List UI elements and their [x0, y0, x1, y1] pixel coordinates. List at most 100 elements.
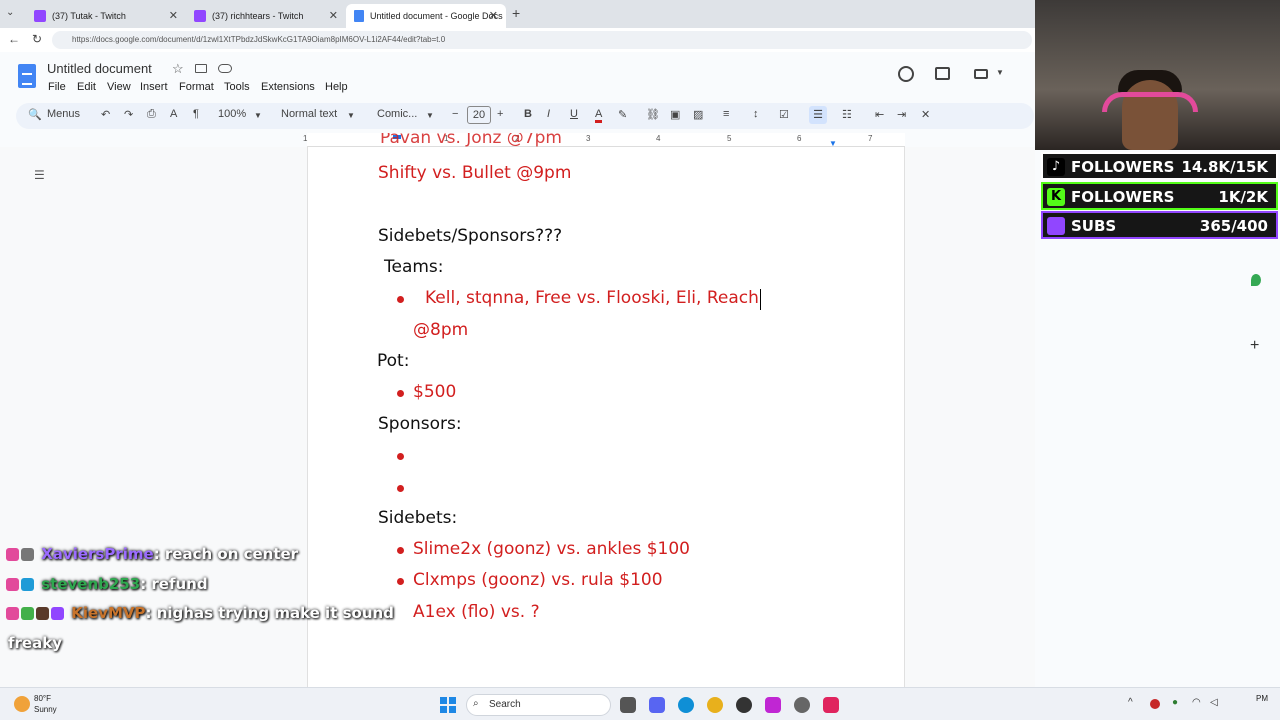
list-bullet	[397, 547, 404, 554]
insert-image-icon[interactable]: ▨	[693, 108, 703, 121]
menu-help[interactable]: Help	[325, 81, 348, 93]
subscriber-badge-icon	[6, 548, 19, 561]
chevron-up-icon[interactable]: ^	[1128, 697, 1133, 708]
insert-comment-icon[interactable]: ▣	[670, 108, 680, 121]
list-item: Slime2x (goonz) vs. ankles $100	[413, 539, 690, 559]
font-select[interactable]: Comic...	[377, 108, 417, 120]
tiktok-icon[interactable]	[823, 697, 839, 713]
list-bullet	[397, 390, 404, 397]
weather-icon[interactable]	[14, 696, 30, 712]
wifi-icon[interactable]: ◠	[1192, 697, 1201, 708]
align-icon[interactable]: ≡	[723, 108, 729, 120]
print-icon[interactable]: ⎙	[147, 108, 156, 121]
increase-indent-icon[interactable]: ⇥	[897, 108, 906, 121]
bold-icon[interactable]: B	[524, 108, 532, 120]
underline-icon[interactable]: U	[570, 108, 578, 120]
tab-twitch-richhtears[interactable]: (37) richhtears - Twitch ✕	[186, 4, 346, 28]
menus-search-label[interactable]: Menus	[47, 108, 80, 120]
add-icon[interactable]: +	[1250, 337, 1259, 355]
tray-app-icon[interactable]	[1150, 699, 1160, 709]
chevron-down-icon[interactable]: ▼	[347, 111, 355, 120]
decrease-font-size-icon[interactable]: −	[452, 108, 458, 120]
tiktok-icon: ♪	[1047, 158, 1065, 176]
increase-font-size-icon[interactable]: +	[497, 108, 503, 120]
menu-insert[interactable]: Insert	[140, 81, 168, 93]
cloud-status-icon[interactable]	[218, 64, 232, 73]
font-size-input[interactable]: 20	[467, 106, 491, 124]
chat-text: : refund	[140, 575, 208, 593]
twitch-subs-goal: SUBS 365/400	[1041, 211, 1278, 239]
media-player-icon[interactable]	[736, 697, 752, 713]
address-bar[interactable]: https://docs.google.com/document/d/1zwl1…	[52, 31, 1032, 49]
close-icon[interactable]: ✕	[169, 9, 178, 22]
chevron-down-icon[interactable]: ▼	[254, 111, 262, 120]
style-select[interactable]: Normal text	[281, 108, 337, 120]
ruler-tick: 5	[727, 134, 732, 143]
tab-google-docs[interactable]: Untitled document - Google Docs ✕	[346, 4, 506, 28]
move-folder-icon[interactable]	[195, 64, 207, 73]
new-tab-button[interactable]: +	[512, 5, 520, 21]
redo-icon[interactable]: ↷	[124, 108, 133, 121]
bulleted-list-icon[interactable]: ☰	[809, 106, 827, 124]
settings-icon[interactable]	[794, 697, 810, 713]
clear-formatting-icon[interactable]: ✕	[921, 108, 930, 121]
webcam-person	[1122, 80, 1178, 150]
line-spacing-icon[interactable]: ↕	[753, 108, 759, 120]
numbered-list-icon[interactable]: ☷	[842, 108, 852, 121]
taskbar-search[interactable]: Search	[466, 694, 611, 716]
weather-temp[interactable]: 80°F	[34, 694, 51, 703]
discord-icon[interactable]	[649, 697, 665, 713]
chevron-down-icon[interactable]: ▼	[426, 111, 434, 120]
streaming-app-icon[interactable]	[765, 697, 781, 713]
chevron-down-icon[interactable]: ▼	[996, 68, 1004, 77]
close-icon[interactable]: ✕	[489, 9, 498, 22]
menu-tools[interactable]: Tools	[224, 81, 250, 93]
version-history-icon[interactable]	[898, 66, 914, 82]
menu-format[interactable]: Format	[179, 81, 214, 93]
paint-format-icon[interactable]: ¶	[193, 108, 199, 120]
menu-edit[interactable]: Edit	[77, 81, 96, 93]
tiktok-followers-goal: ♪ FOLLOWERS 14.8K/15K	[1041, 152, 1278, 180]
chat-text: freaky	[8, 634, 62, 652]
volume-icon[interactable]: ◁	[1210, 697, 1218, 708]
italic-icon[interactable]: I	[547, 108, 550, 120]
menu-extensions[interactable]: Extensions	[261, 81, 315, 93]
highlight-icon[interactable]: ✎	[618, 108, 627, 121]
insert-link-icon[interactable]: ⛓	[646, 108, 660, 121]
chrome-icon[interactable]	[707, 697, 723, 713]
tab-twitch-tutak[interactable]: (37) Tutak - Twitch ✕	[26, 4, 186, 28]
maps-icon[interactable]	[1251, 274, 1261, 286]
text-color-icon[interactable]: A	[595, 108, 603, 123]
clock[interactable]: PM	[1256, 694, 1268, 703]
comments-icon[interactable]	[935, 67, 950, 80]
chat-message: stevenb253: refund	[6, 575, 208, 593]
search-icon: ⌕	[473, 698, 479, 709]
edge-icon[interactable]	[678, 697, 694, 713]
document-title[interactable]: Untitled document	[47, 61, 152, 76]
meet-video-icon[interactable]	[974, 69, 988, 79]
document-outline-icon[interactable]: ☰	[34, 168, 45, 182]
doc-heading: Sidebets:	[378, 508, 458, 528]
search-menus-icon[interactable]: 🔍	[28, 108, 42, 121]
file-explorer-icon[interactable]	[620, 697, 636, 713]
zoom-select[interactable]: 100%	[218, 108, 246, 120]
checklist-icon[interactable]: ☑	[779, 108, 789, 121]
badge-icon	[36, 607, 49, 620]
avatar	[21, 548, 34, 561]
back-icon[interactable]: ←	[8, 32, 20, 46]
star-icon[interactable]: ☆	[172, 61, 184, 77]
reload-icon[interactable]: ↻	[32, 32, 42, 46]
weather-desc[interactable]: Sunny	[34, 705, 57, 714]
undo-icon[interactable]: ↶	[101, 108, 110, 121]
close-icon[interactable]: ✕	[329, 9, 338, 22]
kick-icon: K	[1047, 188, 1065, 206]
decrease-indent-icon[interactable]: ⇤	[875, 108, 884, 121]
spellcheck-icon[interactable]: A	[170, 108, 177, 120]
list-item: $500	[413, 382, 457, 402]
google-docs-logo-icon[interactable]	[18, 64, 36, 88]
menu-file[interactable]: File	[48, 81, 66, 93]
start-button[interactable]	[440, 697, 456, 713]
microphone-icon[interactable]: ●	[1172, 697, 1178, 708]
menu-view[interactable]: View	[107, 81, 131, 93]
tab-list-icon[interactable]: ⌄	[6, 7, 14, 18]
